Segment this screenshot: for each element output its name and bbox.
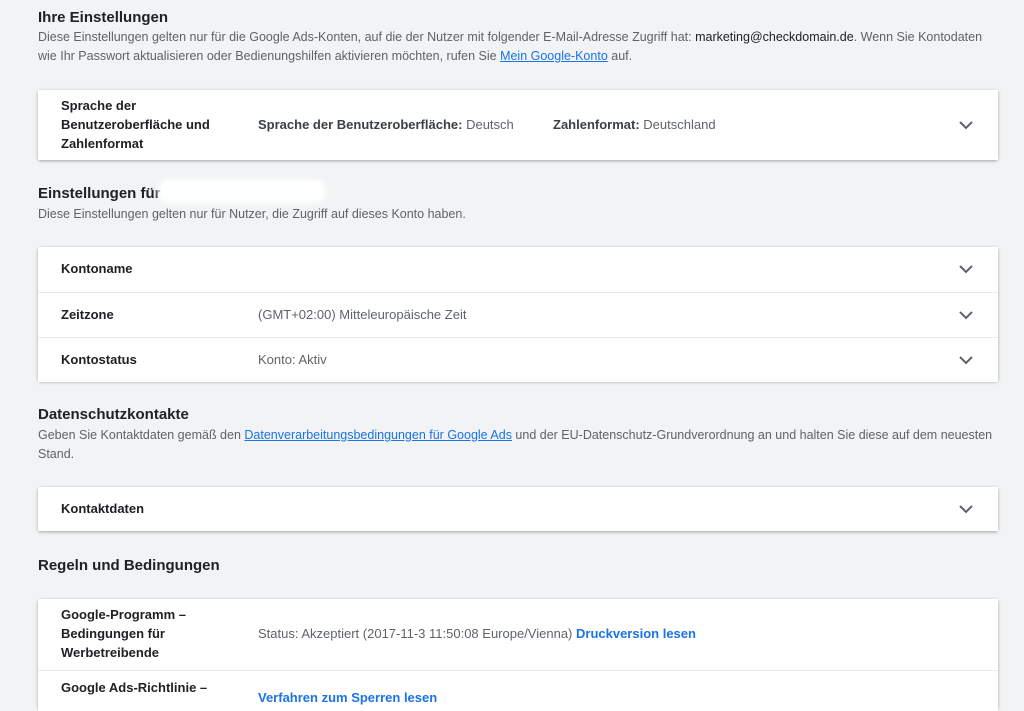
redacted-account-name	[162, 183, 322, 199]
number-format-value: Zahlenformat: Deutschland	[553, 117, 716, 132]
chevron-down-icon[interactable]	[958, 261, 974, 277]
account-name-row[interactable]: Kontoname	[38, 247, 998, 291]
terms-card: Google-Programm – Bedingungen für Werbet…	[38, 599, 998, 711]
contact-data-label: Kontaktdaten	[61, 501, 145, 516]
chevron-down-icon[interactable]	[958, 352, 974, 368]
account-status-value: Konto: Aktiv	[258, 352, 327, 367]
terms-row: Google-Programm – Bedingungen für Werbet…	[38, 599, 998, 669]
ads-policy-value: Verfahren zum Sperren lesen	[258, 688, 437, 707]
contact-data-row[interactable]: Kontaktdaten	[38, 487, 998, 531]
account-settings-description: Diese Einstellungen gelten nur für Nutze…	[38, 207, 466, 221]
account-settings-card: Kontoname Zeitzone (GMT+02:00) Mitteleur…	[38, 247, 998, 382]
print-version-link[interactable]: Druckversion lesen	[576, 626, 696, 641]
your-settings-title: Ihre Einstellungen	[38, 9, 169, 26]
language-settings-row[interactable]: Sprache der Benutzeroberfläche und Zahle…	[38, 90, 998, 160]
account-settings-title: Einstellungen für	[38, 185, 161, 202]
suspension-procedure-link[interactable]: Verfahren zum Sperren lesen	[258, 690, 437, 705]
user-email: marketing@checkdomain.de	[695, 30, 854, 44]
account-status-label: Kontostatus	[61, 352, 137, 367]
your-settings-description: Diese Einstellungen gelten nur für die G…	[38, 30, 983, 63]
ads-policy-label: Google Ads-Richtlinie –	[61, 680, 208, 695]
chevron-down-icon[interactable]	[958, 501, 974, 517]
language-settings-label: Sprache der Benutzeroberfläche und Zahle…	[61, 98, 210, 151]
contact-data-card: Kontaktdaten	[38, 487, 998, 531]
advertiser-terms-label: Google-Programm – Bedingungen für Werbet…	[61, 607, 186, 660]
timezone-label: Zeitzone	[61, 307, 114, 322]
google-account-link[interactable]: Mein Google-Konto	[500, 49, 608, 63]
ui-language-value: Sprache der Benutzeroberfläche: Deutsch	[258, 117, 514, 132]
account-name-label: Kontoname	[61, 261, 133, 276]
chevron-down-icon[interactable]	[958, 117, 974, 133]
terms-title: Regeln und Bedingungen	[38, 557, 220, 574]
language-settings-card: Sprache der Benutzeroberfläche und Zahle…	[38, 90, 998, 160]
chevron-down-icon[interactable]	[958, 307, 974, 323]
timezone-row[interactable]: Zeitzone (GMT+02:00) Mitteleuropäische Z…	[38, 292, 998, 337]
terms-row: Google Ads-Richtlinie – Verfahren zum Sp…	[38, 670, 998, 711]
advertiser-terms-status: Status: Akzeptiert (2017-11-3 11:50:08 E…	[258, 626, 696, 641]
timezone-value: (GMT+02:00) Mitteleuropäische Zeit	[258, 307, 467, 322]
data-processing-terms-link[interactable]: Datenverarbeitungsbedingungen für Google…	[244, 428, 512, 442]
account-status-row[interactable]: Kontostatus Konto: Aktiv	[38, 337, 998, 382]
privacy-contacts-description: Geben Sie Kontaktdaten gemäß den Datenve…	[38, 428, 993, 461]
privacy-contacts-title: Datenschutzkontakte	[38, 406, 189, 423]
